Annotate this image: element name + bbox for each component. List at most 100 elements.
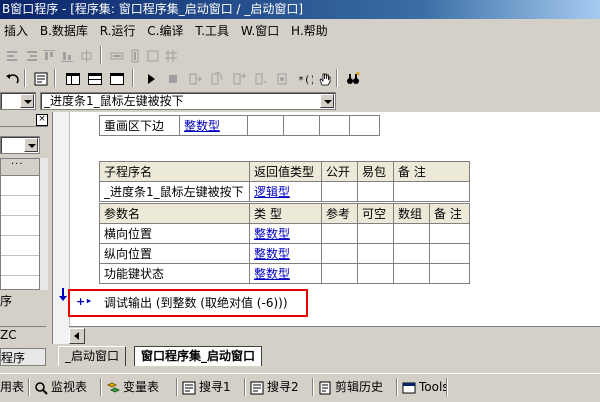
grid-row[interactable] (1, 176, 39, 196)
param-type[interactable]: 整数型 (249, 243, 322, 264)
variable-type[interactable]: 整数型 (179, 115, 248, 136)
menu-window[interactable]: W.窗口 (237, 20, 283, 42)
header-reference: 参考 (321, 203, 358, 224)
bottom-button-watch[interactable]: 监视表 (34, 377, 87, 398)
header-easy-pack: 易包 (357, 161, 394, 182)
close-icon[interactable]: × (36, 114, 48, 126)
stop-icon[interactable] (164, 70, 180, 86)
chevron-down-icon[interactable] (320, 94, 334, 108)
header-param-name: 参数名 (99, 203, 250, 224)
object-combo[interactable] (0, 92, 36, 110)
breakpoint-icon[interactable] (274, 70, 290, 86)
step-into-icon[interactable] (186, 70, 202, 86)
menu-tools[interactable]: T.工具 (191, 20, 233, 42)
param-name[interactable]: 功能键状态 (99, 263, 250, 284)
tab-startup-window-assembly[interactable]: 窗口程序集_启动窗口 (134, 346, 263, 366)
header-public: 公开 (321, 161, 358, 182)
variables-icon (106, 381, 121, 395)
center-horizontal-icon[interactable] (78, 47, 94, 63)
grid-row[interactable] (1, 256, 39, 276)
parameter-table: 参数名 类 型 参考 可空 数组 备 注 横向位置 整数型 纵向位置 整数型 功… (99, 203, 470, 284)
grid-header: ··· (1, 159, 39, 176)
code-statement[interactable]: 调试输出 (到整数 (取绝对值 (-6))) (104, 294, 288, 311)
horizontal-scrollbar[interactable] (69, 326, 600, 344)
toolbar-format (0, 44, 600, 66)
same-height-icon[interactable] (126, 47, 142, 63)
layout-full-icon[interactable] (108, 70, 124, 86)
bottom-button-variables[interactable]: 变量表 (106, 377, 159, 398)
scroll-left-icon[interactable] (69, 328, 85, 344)
ellipsis-icon[interactable]: ··· (11, 159, 24, 170)
title-bar: B窗口程序 - [程序集: 窗口程序集_启动窗口 / _启动窗口] (0, 0, 600, 19)
property-grid[interactable]: ··· (0, 158, 40, 290)
align-right-icon[interactable] (22, 47, 38, 63)
current-line-arrow-icon (58, 288, 68, 302)
param-name[interactable]: 纵向位置 (99, 243, 250, 264)
search-icon (34, 381, 48, 395)
same-width-icon[interactable] (108, 47, 124, 63)
bottom-button-find2[interactable]: 搜寻2 (250, 377, 299, 398)
step-over-icon[interactable] (208, 70, 224, 86)
run-icon[interactable] (142, 70, 158, 86)
panel-label-order: 序 (0, 294, 13, 308)
svg-text:*(): *() (298, 75, 313, 86)
table-row: 功能键状态 整数型 (99, 263, 470, 284)
menu-run[interactable]: R.运行 (96, 20, 140, 42)
panel-tab-program[interactable]: 程序 (0, 348, 46, 366)
grid-icon[interactable] (162, 47, 178, 63)
chevron-down-icon[interactable] (24, 138, 38, 152)
expand-code-icon[interactable]: +‣ (76, 295, 92, 308)
table-row: 纵向位置 整数型 (99, 243, 470, 264)
menu-insert[interactable]: 插入 (0, 20, 32, 42)
find-icon (250, 381, 264, 395)
undo-icon[interactable] (4, 70, 20, 86)
menu-bar: 插入 B.数据库 R.运行 C.编译 T.工具 W.窗口 H.帮助 (0, 20, 600, 42)
bottom-button-find1[interactable]: 搜寻1 (182, 377, 231, 398)
panel-header: × (0, 114, 48, 127)
table-row: 横向位置 整数型 (99, 223, 470, 244)
param-name[interactable]: 横向位置 (99, 223, 250, 244)
bottom-button-tools[interactable]: Tools (402, 377, 449, 398)
bottom-button-clip-history[interactable]: 剪辑历史 (318, 377, 383, 398)
panel-label-zc: ZC (0, 326, 46, 343)
step-out-icon[interactable] (230, 70, 246, 86)
header-remark: 备 注 (393, 161, 470, 182)
header-return-type: 返回值类型 (249, 161, 322, 182)
panel-combo[interactable] (0, 136, 40, 154)
menu-compile[interactable]: C.编译 (143, 20, 187, 42)
binoculars-icon[interactable] (344, 70, 360, 86)
param-type[interactable]: 整数型 (249, 263, 322, 284)
layout-split-icon[interactable] (86, 70, 102, 86)
align-top-icon[interactable] (40, 47, 56, 63)
window-title: B窗口程序 - [程序集: 窗口程序集_启动窗口 / _启动窗口] (2, 2, 304, 16)
subroutine-table: 子程序名 返回值类型 公开 易包 备 注 _进度条1_鼠标左键被按下 逻辑型 (99, 161, 470, 202)
header-param-remark: 备 注 (429, 203, 470, 224)
same-size-icon[interactable] (144, 47, 160, 63)
return-type[interactable]: 逻辑型 (249, 181, 322, 202)
grid-row[interactable] (1, 216, 39, 236)
toolbar-main: *() (0, 67, 600, 89)
panel-scrollbar[interactable] (40, 158, 48, 290)
param-type[interactable]: 整数型 (249, 223, 322, 244)
hand-icon[interactable] (316, 70, 332, 86)
preview-icon[interactable] (32, 70, 48, 86)
header-array: 数组 (393, 203, 430, 224)
header-param-type: 类 型 (249, 203, 322, 224)
align-left-icon[interactable] (4, 47, 20, 63)
chevron-down-icon[interactable] (20, 94, 34, 108)
subroutine-name[interactable]: _进度条1_鼠标左键被按下 (99, 181, 250, 202)
code-line-highlight[interactable]: +‣ 调试输出 (到整数 (取绝对值 (-6))) (68, 289, 308, 317)
bottom-button-table[interactable]: 用表 (0, 377, 24, 398)
layout-window-icon[interactable] (64, 70, 80, 86)
menu-database[interactable]: B.数据库 (36, 20, 92, 42)
menu-help[interactable]: H.帮助 (287, 20, 332, 42)
variable-watch-icon[interactable]: *() (296, 70, 313, 86)
method-combo[interactable]: _进度条1_鼠标左键被按下 (40, 92, 336, 110)
grid-row[interactable] (1, 236, 39, 256)
tab-startup-window[interactable]: _启动窗口 (58, 346, 127, 366)
grid-row[interactable] (1, 196, 39, 216)
run-to-cursor-icon[interactable] (252, 70, 268, 86)
align-bottom-icon[interactable] (58, 47, 74, 63)
find-icon (182, 381, 196, 395)
variable-name[interactable]: 重画区下边 (99, 115, 180, 136)
